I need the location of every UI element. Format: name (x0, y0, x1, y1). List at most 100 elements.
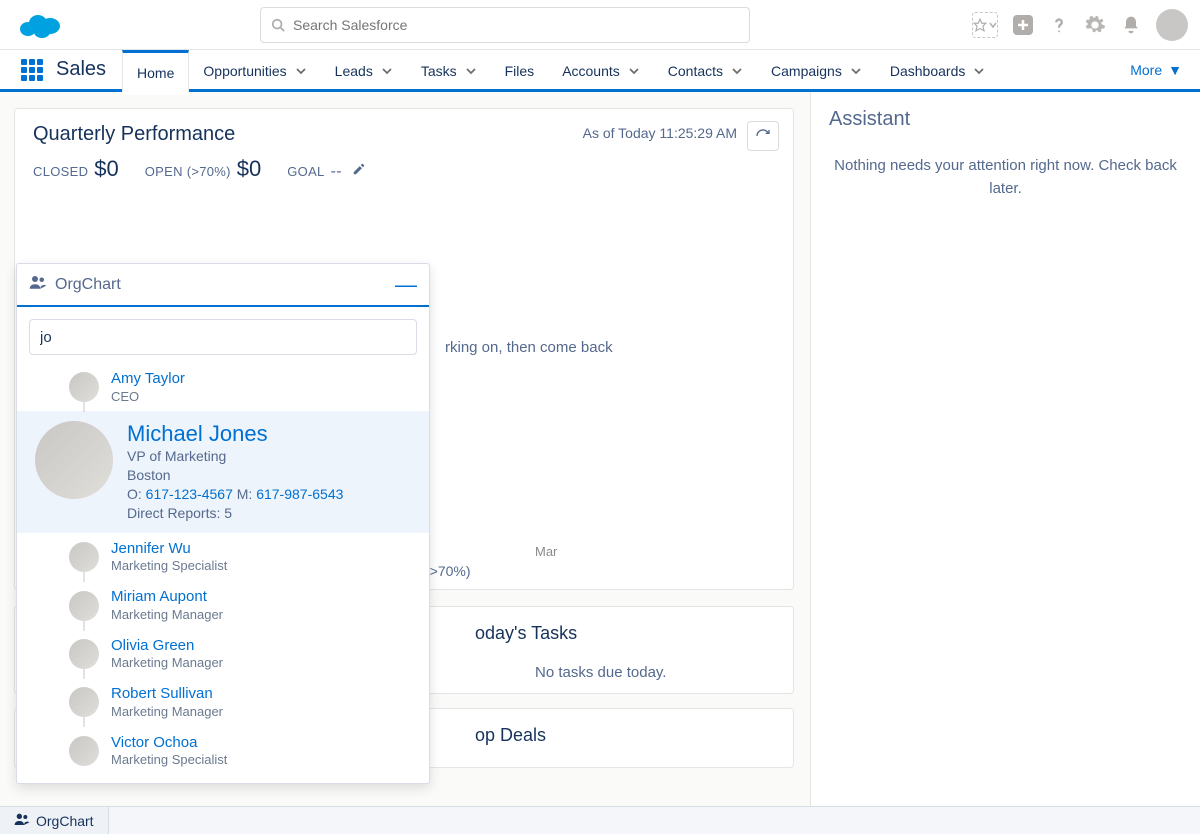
person-role: VP of Marketing (127, 447, 343, 466)
person-role: Marketing Specialist (111, 558, 227, 575)
orgchart-search-input[interactable] (29, 319, 417, 355)
assistant-title: Assistant (829, 108, 1182, 131)
orgchart-results: Amy Taylor CEO Michael Jones VP of Marke… (17, 361, 429, 783)
nav-item-label: Campaigns (771, 63, 842, 79)
search-icon (271, 14, 293, 36)
assistant-panel: Assistant Nothing needs your attention r… (810, 92, 1200, 806)
refresh-button[interactable] (747, 121, 779, 151)
person-role: Marketing Manager (111, 607, 223, 624)
nav-item-files[interactable]: Files (491, 50, 549, 89)
person-role: Marketing Specialist (111, 752, 227, 769)
setup-gear-icon[interactable] (1084, 14, 1106, 36)
assistant-message: Nothing needs your attention right now. … (829, 155, 1182, 200)
global-search[interactable] (260, 7, 750, 43)
nav-item-label: Leads (335, 63, 373, 79)
notifications-bell-icon[interactable] (1120, 14, 1142, 36)
person-name: Miriam Aupont (111, 587, 223, 607)
nav-item-label: Tasks (421, 63, 457, 79)
person-location: Boston (127, 466, 343, 485)
perf-asof: As of Today 11:25:29 AM (583, 125, 737, 141)
chevron-down-icon[interactable] (465, 65, 477, 77)
orgchart-person-row[interactable]: Robert SullivanMarketing Manager (17, 678, 429, 726)
person-role: CEO (111, 389, 185, 406)
nav-item-home[interactable]: Home (122, 50, 189, 92)
help-icon[interactable] (1048, 14, 1070, 36)
chevron-down-icon[interactable] (731, 65, 743, 77)
user-avatar[interactable] (1156, 9, 1188, 41)
open-value: $0 (237, 156, 261, 181)
utility-bar: OrgChart (0, 806, 1200, 834)
orgchart-person-row[interactable]: Jennifer WuMarketing Specialist (17, 533, 429, 581)
nav-bar: Sales HomeOpportunitiesLeadsTasksFilesAc… (0, 50, 1200, 92)
chevron-down-icon[interactable] (850, 65, 862, 77)
orgchart-header: OrgChart — (17, 264, 429, 307)
favorites-icon[interactable] (972, 12, 998, 38)
nav-item-dashboards[interactable]: Dashboards (876, 50, 1000, 89)
nav-item-tasks[interactable]: Tasks (407, 50, 491, 89)
person-name: Olivia Green (111, 636, 223, 656)
orgchart-person-row[interactable]: Olivia GreenMarketing Manager (17, 630, 429, 678)
global-header (0, 0, 1200, 50)
orgchart-search-wrap (17, 307, 429, 361)
closed-label: CLOSED (33, 164, 88, 179)
orgchart-person-row[interactable]: Amy Taylor CEO (17, 363, 429, 411)
chevron-down-icon[interactable] (628, 65, 640, 77)
office-phone-link[interactable]: 617-123-4567 (146, 486, 233, 502)
chevron-down-icon[interactable] (381, 65, 393, 77)
person-name: Amy Taylor (111, 369, 185, 389)
avatar (69, 591, 99, 621)
people-icon (14, 812, 30, 829)
utility-orgchart-button[interactable]: OrgChart (0, 807, 109, 834)
orgchart-title: OrgChart (55, 276, 395, 294)
person-reports: Direct Reports: 5 (127, 504, 343, 523)
nav-item-accounts[interactable]: Accounts (548, 50, 654, 89)
people-icon (29, 274, 47, 295)
nav-item-label: Dashboards (890, 63, 966, 79)
avatar (69, 687, 99, 717)
nav-item-label: Home (137, 65, 174, 81)
person-name: Michael Jones (127, 421, 343, 447)
mobile-phone-link[interactable]: 617-987-6543 (256, 486, 343, 502)
chevron-down-icon[interactable] (295, 65, 307, 77)
person-role: Marketing Manager (111, 655, 223, 672)
open-label: OPEN (>70%) (145, 164, 231, 179)
chevron-down-icon[interactable] (973, 65, 985, 77)
add-icon[interactable] (1012, 14, 1034, 36)
tasks-title-tail: oday's Tasks (475, 623, 773, 644)
global-search-input[interactable] (293, 17, 739, 33)
salesforce-logo (18, 11, 60, 39)
person-role: Marketing Manager (111, 704, 223, 721)
nav-item-label: Accounts (562, 63, 620, 79)
person-phones: O: 617-123-4567 M: 617-987-6543 (127, 485, 343, 504)
avatar (69, 639, 99, 669)
person-name: Robert Sullivan (111, 684, 223, 704)
avatar (69, 372, 99, 402)
nav-more-label: More (1130, 62, 1162, 78)
nav-item-contacts[interactable]: Contacts (654, 50, 757, 89)
utility-orgchart-label: OrgChart (36, 813, 94, 829)
nav-item-opportunities[interactable]: Opportunities (189, 50, 320, 89)
goal-value: -- (331, 163, 342, 180)
orgchart-person-row[interactable]: Miriam AupontMarketing Manager (17, 581, 429, 629)
nav-more[interactable]: More ▼ (1130, 50, 1200, 89)
nav-item-leads[interactable]: Leads (321, 50, 407, 89)
header-actions (972, 9, 1188, 41)
deals-title-tail: op Deals (475, 725, 773, 746)
goal-label: GOAL (287, 164, 324, 179)
minimize-icon[interactable]: — (395, 280, 417, 290)
nav-item-label: Files (505, 63, 535, 79)
perf-metrics: CLOSED $0 OPEN (>70%) $0 GOAL -- (33, 156, 775, 182)
nav-item-campaigns[interactable]: Campaigns (757, 50, 876, 89)
chart-month-label: Mar (535, 544, 557, 559)
orgchart-person-row[interactable]: Victor OchoaMarketing Specialist (17, 727, 429, 775)
app-launcher-icon[interactable] (12, 50, 52, 89)
avatar (35, 421, 113, 499)
chevron-down-icon: ▼ (1168, 62, 1182, 78)
nav-item-label: Opportunities (203, 63, 286, 79)
closed-value: $0 (94, 156, 118, 181)
orgchart-panel: OrgChart — Amy Taylor CEO Michael Jones … (16, 263, 430, 784)
edit-goal-icon[interactable] (352, 164, 366, 179)
avatar (69, 542, 99, 572)
orgchart-person-row-selected[interactable]: Michael Jones VP of Marketing Boston O: … (17, 411, 429, 533)
person-name: Jennifer Wu (111, 539, 227, 559)
